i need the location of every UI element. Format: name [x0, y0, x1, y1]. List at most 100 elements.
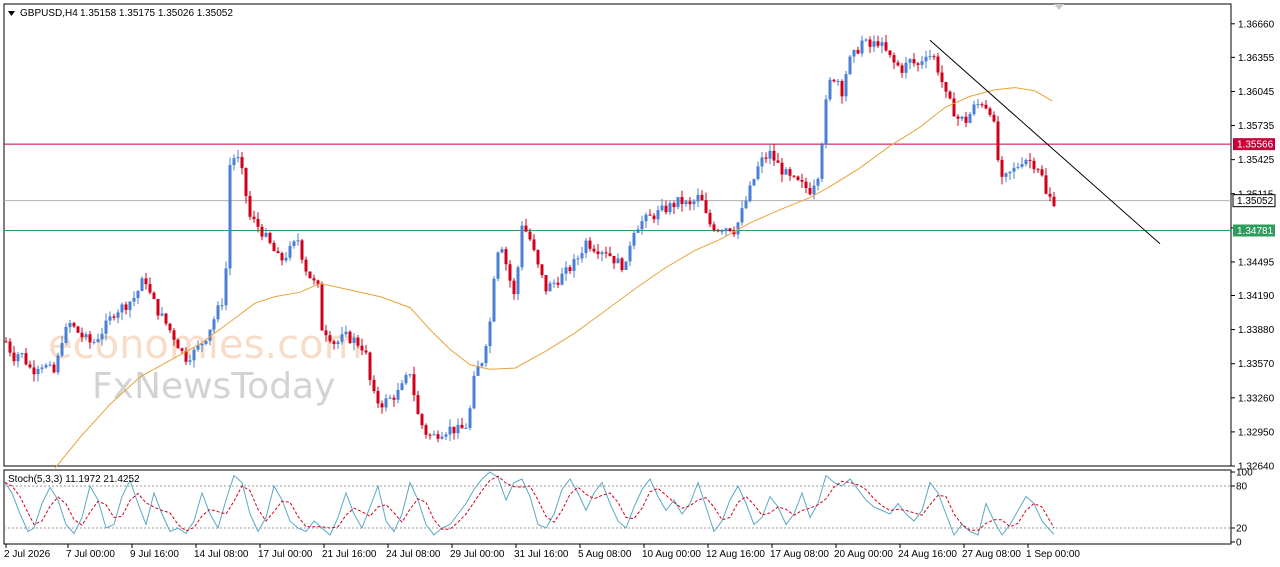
candle-body	[56, 355, 60, 373]
candle-body	[888, 50, 892, 56]
candle-body	[540, 264, 544, 276]
candle-body	[72, 322, 76, 327]
candle-body	[904, 62, 908, 73]
candle-body	[4, 341, 8, 343]
candle-body	[312, 278, 316, 281]
candle-body	[212, 319, 216, 330]
candle-body	[208, 329, 212, 341]
candle-body	[708, 212, 712, 225]
candle-body	[188, 360, 192, 362]
candle-body	[1044, 175, 1048, 194]
candle-body	[168, 323, 172, 331]
candle-body	[276, 251, 280, 254]
candle-body	[520, 225, 524, 268]
stoch-title: Stoch(5,3,3) 11.1972 21.4252	[8, 474, 140, 485]
candle-body	[700, 194, 704, 201]
candle-body	[844, 74, 848, 97]
candle-body	[504, 249, 508, 265]
candle-body	[256, 219, 260, 227]
candle-body	[656, 210, 660, 220]
candle-body	[956, 116, 960, 119]
candle-body	[192, 349, 196, 361]
candle-body	[668, 203, 672, 213]
candle-body	[876, 41, 880, 46]
candle-body	[232, 158, 236, 166]
candle-body	[244, 168, 248, 197]
candle-body	[652, 215, 656, 220]
candle-body	[372, 379, 376, 392]
candle-body	[660, 205, 664, 211]
candle-body	[932, 56, 936, 58]
candle-body	[532, 239, 536, 251]
watermark-economies: economies.com	[48, 322, 363, 368]
candle-body	[496, 252, 500, 279]
candle-body	[920, 61, 924, 65]
candle-body	[224, 268, 228, 306]
candle-body	[1032, 160, 1036, 170]
candle-body	[524, 225, 528, 232]
candle-body	[432, 434, 436, 436]
candle-body	[292, 241, 296, 246]
candle-body	[124, 304, 128, 310]
candle-body	[828, 79, 832, 100]
candle-body	[872, 41, 876, 47]
candle-body	[304, 259, 308, 272]
candle-body	[680, 197, 684, 205]
candle-body	[204, 340, 208, 344]
x-tick-label: 14 Jul 08:00	[194, 549, 249, 560]
candle-body	[756, 166, 760, 180]
candle-body	[744, 200, 748, 209]
candle-body	[528, 231, 532, 240]
y-tick-label: 1.35425	[1238, 155, 1275, 166]
candle-body	[1048, 193, 1052, 197]
candle-body	[800, 180, 804, 182]
candle-body	[448, 426, 452, 435]
stoch-tick-label: 80	[1236, 482, 1248, 493]
candle-body	[672, 203, 676, 207]
candle-body	[572, 259, 576, 271]
candle-body	[476, 365, 480, 376]
candle-body	[308, 271, 312, 279]
candle-body	[544, 275, 548, 292]
x-tick-label: 21 Jul 16:00	[322, 549, 377, 560]
candle-body	[296, 240, 300, 242]
candle-body	[176, 339, 180, 349]
candle-body	[596, 251, 600, 255]
candle-body	[112, 316, 116, 318]
candle-body	[580, 253, 584, 259]
candle-body	[824, 99, 828, 145]
candle-body	[468, 408, 472, 428]
x-tick-label: 17 Jul 00:00	[258, 549, 313, 560]
candle-body	[816, 178, 820, 186]
candle-body	[332, 341, 336, 345]
candle-body	[892, 55, 896, 63]
candle-body	[84, 334, 88, 338]
candle-body	[864, 39, 868, 41]
candle-body	[472, 375, 476, 409]
candle-body	[852, 49, 856, 57]
candle-body	[44, 365, 48, 368]
candle-body	[820, 144, 824, 179]
candle-body	[248, 196, 252, 217]
candle-body	[508, 264, 512, 281]
candle-body	[396, 389, 400, 400]
chart-canvas[interactable]: economies.com FxNewsToday 1.36660 1.36355…	[0, 0, 1280, 567]
watermark-fxnewstoday: FxNewsToday	[92, 366, 335, 407]
candle-body	[1028, 159, 1032, 161]
candle-body	[384, 398, 388, 408]
candle-body	[236, 157, 240, 159]
candle-body	[584, 240, 588, 254]
candle-body	[560, 273, 564, 285]
candle-body	[480, 363, 484, 366]
candle-body	[140, 278, 144, 292]
candle-body	[836, 81, 840, 83]
candle-body	[52, 364, 56, 373]
candle-body	[376, 391, 380, 404]
candle-body	[1000, 159, 1004, 177]
candle-body	[156, 299, 160, 316]
candle-body	[1016, 166, 1020, 168]
candle-body	[916, 63, 920, 65]
candle-body	[368, 352, 372, 380]
candle-body	[620, 258, 624, 271]
candle-body	[96, 339, 100, 342]
